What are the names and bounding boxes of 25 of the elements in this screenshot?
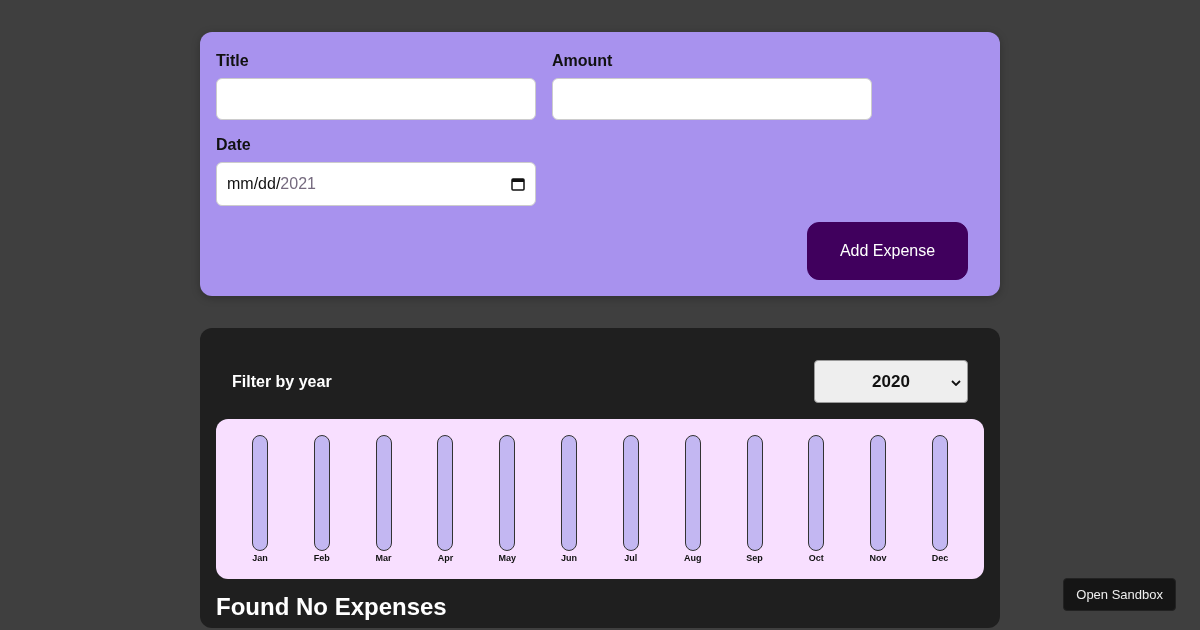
- month-label: Sep: [746, 553, 763, 563]
- calendar-icon[interactable]: [511, 177, 525, 191]
- month-label: Aug: [683, 553, 702, 563]
- caret-icon: [951, 380, 961, 386]
- add-expense-button[interactable]: Add Expense: [807, 222, 968, 280]
- year-select[interactable]: 2020: [814, 360, 968, 403]
- month-label: Nov: [869, 553, 887, 563]
- month-label: Jan: [252, 553, 268, 563]
- empty-message: Found No Expenses: [216, 593, 448, 621]
- text-field[interactable]: [552, 78, 872, 120]
- field-label: Amount: [552, 52, 614, 70]
- filter-label: Filter by year: [232, 372, 332, 391]
- field-label: Date: [216, 136, 252, 154]
- month-label: Apr: [437, 553, 454, 563]
- open-sandbox-button[interactable]: Open Sandbox: [1063, 578, 1176, 611]
- month-label: Jul: [624, 553, 638, 563]
- month-label: Feb: [313, 553, 330, 563]
- month-label: Dec: [931, 553, 949, 563]
- month-label: Oct: [808, 553, 824, 563]
- field-label: Title: [216, 52, 250, 70]
- month-label: Jun: [561, 553, 578, 563]
- text-field[interactable]: [216, 78, 536, 120]
- month-label: May: [498, 553, 516, 563]
- date-field[interactable]: mm/dd/2021: [216, 162, 536, 206]
- month-label: Mar: [375, 553, 392, 563]
